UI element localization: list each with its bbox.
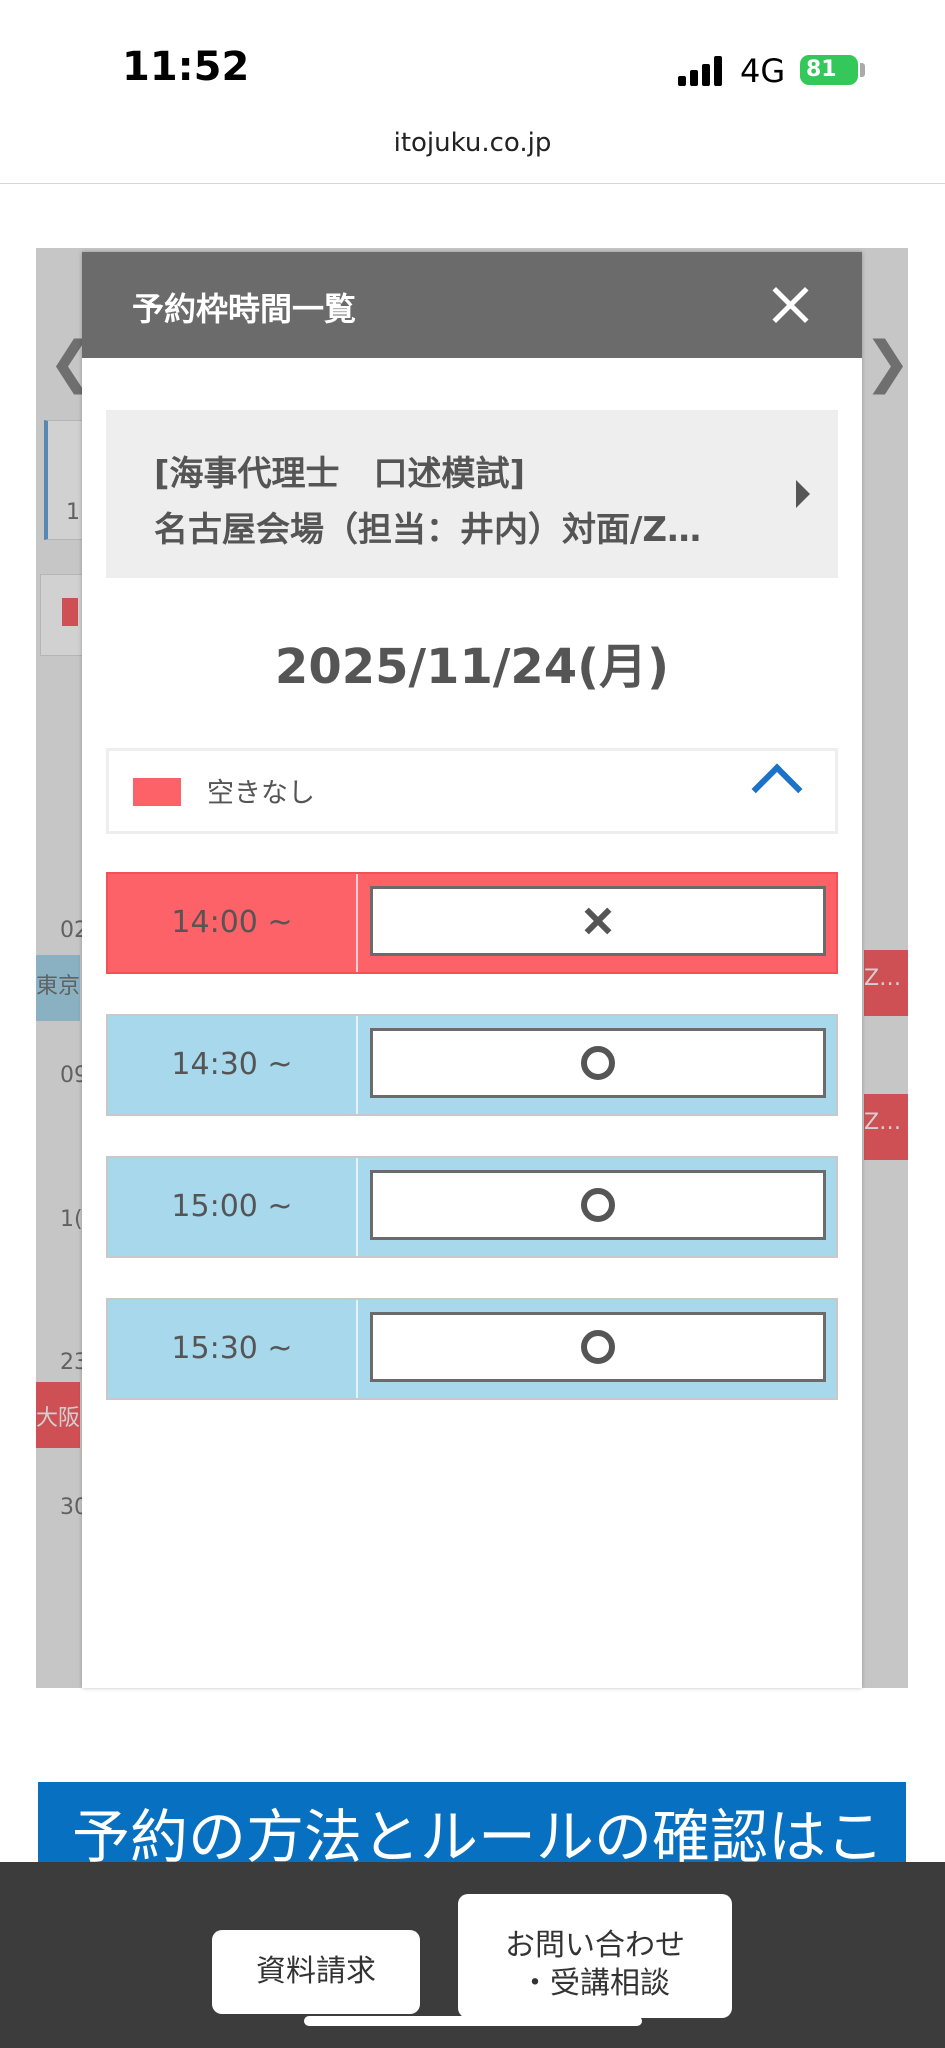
slot-time: 14:30 ~ [171, 1047, 293, 1082]
modal-header: 予約枠時間一覧 [82, 252, 862, 358]
chevron-up-icon [751, 763, 803, 815]
status-bar: 11:52 4G 81 [0, 0, 945, 130]
chevron-right-icon [796, 480, 810, 508]
slot-reserve-button[interactable] [370, 886, 826, 956]
time-slot-row: 14:30 ~ [106, 1014, 838, 1116]
available-circle-icon [581, 1188, 615, 1222]
slot-time: 15:00 ~ [171, 1189, 293, 1224]
slot-reserve-button[interactable] [370, 1170, 826, 1240]
available-circle-icon [581, 1046, 615, 1080]
time-slot-row: 15:30 ~ [106, 1298, 838, 1400]
slot-time: 15:30 ~ [171, 1331, 293, 1366]
address-divider [0, 183, 945, 184]
slot-time: 14:00 ~ [171, 905, 293, 940]
time-slot-row: 14:00 ~ [106, 872, 838, 974]
exam-info-button[interactable]: [海事代理士 口述模試] 名古屋会場（担当：井内）対面/Z… [106, 410, 838, 578]
slot-divider [356, 1016, 358, 1114]
contact-button[interactable]: お問い合わせ ・受講相談 [458, 1894, 732, 2018]
status-time: 11:52 [122, 44, 250, 90]
network-type: 4G [740, 52, 786, 90]
available-circle-icon [581, 1330, 615, 1364]
battery-tip [860, 63, 865, 77]
exam-venue: 名古屋会場（担当：井内）対面/Z… [154, 510, 702, 550]
contact-label-line2: ・受講相談 [520, 1966, 670, 2001]
slot-divider [356, 874, 358, 972]
slot-reserve-button[interactable] [370, 1312, 826, 1382]
legend-swatch [133, 778, 181, 806]
reservation-rules-banner[interactable]: 予約の方法とルールの確認はこ [38, 1782, 906, 1872]
time-slot-modal: 予約枠時間一覧 [海事代理士 口述模試] 名古屋会場（担当：井内）対面/Z… 2… [82, 252, 862, 1688]
legend-toggle[interactable]: 空きなし [106, 748, 838, 834]
exam-name: [海事代理士 口述模試] [154, 454, 526, 494]
legend-label: 空きなし [207, 778, 315, 809]
selected-date: 2025/11/24(月) [274, 639, 670, 695]
slot-reserve-button[interactable] [370, 1028, 826, 1098]
time-slot-row: 15:00 ~ [106, 1156, 838, 1258]
banner-text: 予約の方法とルールの確認はこ [72, 1803, 885, 1871]
signal-icon [678, 56, 726, 86]
home-indicator[interactable] [304, 2016, 642, 2026]
slot-divider [356, 1158, 358, 1256]
unavailable-x-icon [584, 907, 612, 935]
close-icon[interactable] [768, 282, 814, 328]
battery-icon: 81 [800, 55, 858, 85]
document-request-button[interactable]: 資料請求 [212, 1930, 420, 2014]
slot-divider [356, 1300, 358, 1398]
address-bar[interactable]: itojuku.co.jp [0, 128, 945, 158]
modal-title: 予約枠時間一覧 [132, 290, 357, 328]
